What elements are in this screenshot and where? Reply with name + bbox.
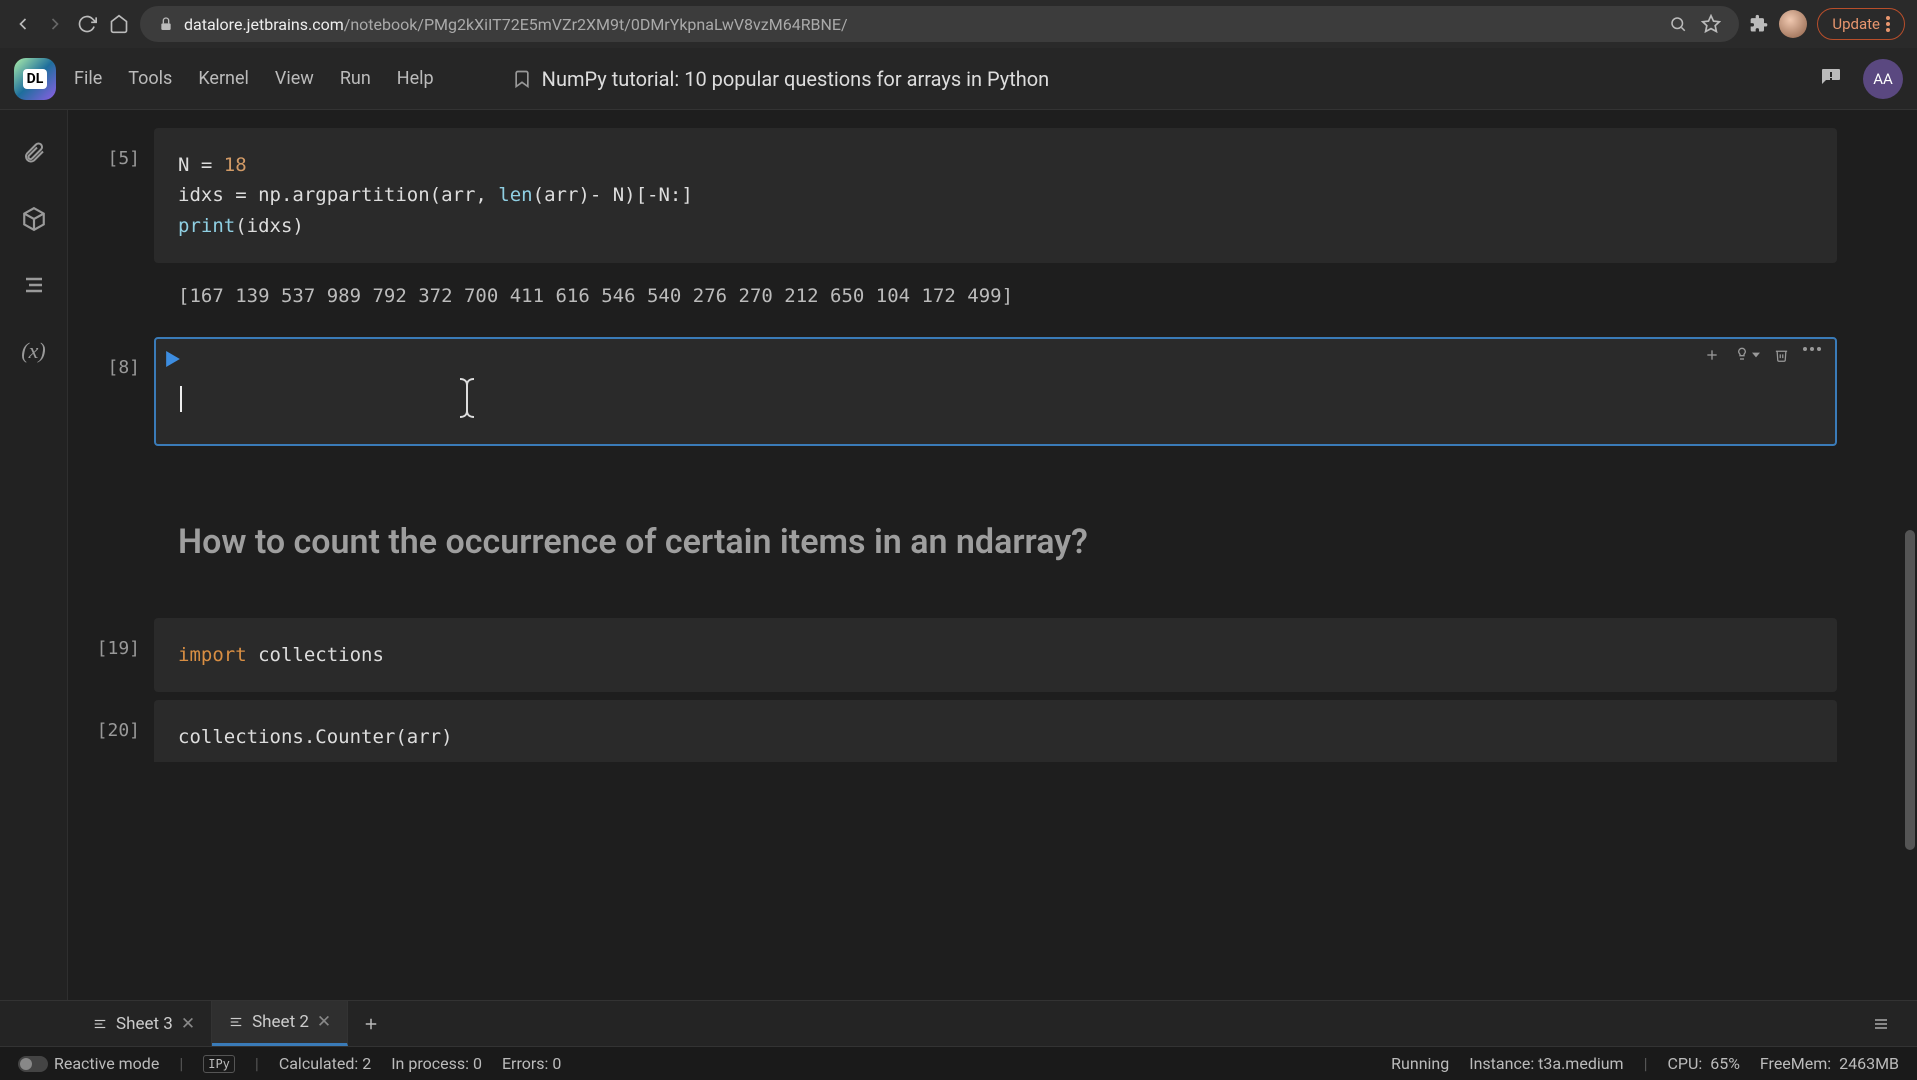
cell-output-row: [167 139 537 989 792 372 700 411 616 546… [68, 269, 1917, 307]
menu-run[interactable]: Run [340, 68, 371, 89]
run-cell-icon[interactable] [166, 351, 180, 367]
reactive-mode-toggle[interactable]: Reactive mode [18, 1054, 159, 1073]
app-menubar: DL File Tools Kernel View Run Help NumPy… [0, 48, 1917, 110]
scrollbar-thumb[interactable] [1905, 530, 1915, 850]
variables-icon[interactable]: (x) [19, 336, 49, 366]
cell-prompt: [20] [68, 700, 154, 762]
status-running: Running [1391, 1054, 1449, 1073]
notification-icon[interactable] [1819, 66, 1845, 92]
notebook-area[interactable]: [5] N = 18 idxs = np.argpartition(arr, l… [68, 110, 1917, 1000]
url-path: /notebook/PMg2kXiIT72E5mVZr2XM9t/0DMrYkp… [344, 15, 848, 34]
code-block[interactable]: import collections [154, 618, 1837, 692]
code-cell[interactable]: [5] N = 18 idxs = np.argpartition(arr, l… [68, 128, 1917, 263]
code-block[interactable]: collections.Counter(arr) [154, 700, 1837, 762]
markdown-heading: How to count the occurrence of certain i… [154, 482, 1837, 582]
cell-prompt: [8] [68, 337, 154, 445]
sheet-tab-label: Sheet 2 [252, 1012, 309, 1032]
cell-type-icon[interactable] [1734, 347, 1760, 363]
sheet-tab[interactable]: Sheet 3 ✕ [76, 1001, 212, 1046]
lock-icon [158, 16, 174, 32]
code-cell-active[interactable]: [8] [68, 337, 1917, 445]
code-block[interactable] [154, 337, 1837, 445]
packages-icon[interactable] [19, 204, 49, 234]
notebook-title[interactable]: NumPy tutorial: 10 popular questions for… [542, 67, 1050, 91]
status-inprocess: In process: 0 [391, 1054, 482, 1073]
extensions-icon[interactable] [1749, 14, 1769, 34]
back-button[interactable] [12, 13, 34, 35]
ipy-indicator: IPy [203, 1055, 235, 1073]
reload-button[interactable] [76, 13, 98, 35]
status-cpu: CPU: 65% [1668, 1054, 1740, 1073]
menu-tools[interactable]: Tools [128, 68, 172, 89]
home-button[interactable] [108, 13, 130, 35]
code-cell[interactable]: [20] collections.Counter(arr) [68, 700, 1917, 762]
cell-prompt: [19] [68, 618, 154, 692]
status-errors: Errors: 0 [502, 1054, 561, 1073]
code-cell[interactable]: [19] import collections [68, 618, 1917, 692]
close-icon[interactable]: ✕ [181, 1014, 195, 1034]
toc-icon[interactable] [19, 270, 49, 300]
update-button[interactable]: Update [1817, 8, 1905, 40]
add-sheet-button[interactable] [348, 1015, 394, 1033]
close-icon[interactable]: ✕ [317, 1012, 331, 1032]
status-freemem: FreeMem: 2463MB [1760, 1054, 1899, 1073]
delete-cell-icon[interactable] [1774, 347, 1789, 363]
sheet-tab-active[interactable]: Sheet 2 ✕ [212, 1001, 348, 1046]
forward-button[interactable] [44, 13, 66, 35]
sheet-tabs: Sheet 3 ✕ Sheet 2 ✕ [0, 1000, 1917, 1046]
browser-toolbar: datalore.jetbrains.com/notebook/PMg2kXiI… [0, 0, 1917, 48]
bookmark-star-icon[interactable] [1701, 14, 1721, 34]
app-logo[interactable]: DL [14, 58, 56, 100]
url-domain: datalore.jetbrains.com [184, 15, 344, 34]
more-cell-icon[interactable] [1803, 347, 1821, 363]
notebook-title-area: NumPy tutorial: 10 popular questions for… [512, 67, 1050, 91]
status-instance: Instance: t3a.medium [1469, 1054, 1623, 1073]
left-rail: (x) [0, 110, 68, 1000]
profile-avatar[interactable] [1779, 10, 1807, 38]
markdown-cell[interactable]: How to count the occurrence of certain i… [68, 482, 1917, 582]
sheet-list-icon[interactable] [1871, 1016, 1917, 1032]
cell-toolbar [1704, 347, 1821, 363]
menu-file[interactable]: File [74, 68, 102, 89]
cell-output: [167 139 537 989 792 372 700 411 616 546… [154, 269, 1837, 307]
bookmark-icon[interactable] [512, 67, 532, 91]
text-caret [180, 386, 182, 412]
sheet-tab-label: Sheet 3 [116, 1014, 173, 1034]
menu-kernel[interactable]: Kernel [198, 68, 249, 89]
status-bar: Reactive mode | IPy | Calculated: 2 In p… [0, 1046, 1917, 1080]
menu-view[interactable]: View [275, 68, 314, 89]
address-bar[interactable]: datalore.jetbrains.com/notebook/PMg2kXiI… [140, 6, 1739, 42]
attachments-icon[interactable] [19, 138, 49, 168]
menu-items: File Tools Kernel View Run Help [74, 68, 434, 89]
user-badge[interactable]: AA [1863, 59, 1903, 99]
status-calculated: Calculated: 2 [279, 1054, 371, 1073]
search-in-page-icon[interactable] [1669, 15, 1687, 33]
text-cursor-icon [456, 375, 478, 421]
cell-prompt: [5] [68, 128, 154, 263]
menu-help[interactable]: Help [397, 68, 434, 89]
add-cell-icon[interactable] [1704, 347, 1720, 363]
toggle-switch[interactable] [18, 1056, 48, 1072]
code-block[interactable]: N = 18 idxs = np.argpartition(arr, len(a… [154, 128, 1837, 263]
